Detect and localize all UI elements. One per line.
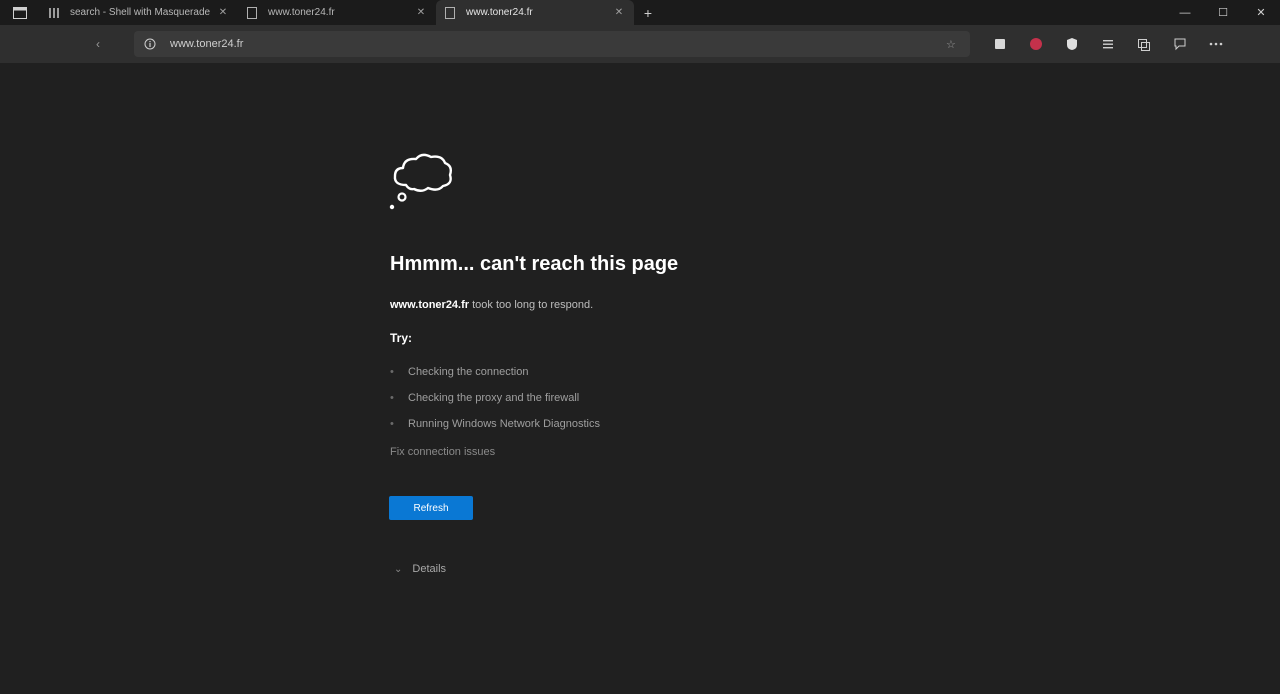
tab-toner24-1[interactable]: www.toner24.fr ✕ [238, 0, 436, 25]
minimize-button[interactable]: — [1166, 0, 1204, 25]
refresh-button[interactable]: Refresh [389, 496, 473, 520]
error-host: www.toner24.fr [390, 299, 470, 311]
details-toggle[interactable]: ⌄ Details [394, 563, 446, 575]
page-icon [444, 6, 456, 19]
browser-toolbar: ‹ www.toner24.fr ☆ [0, 25, 1280, 63]
list-item[interactable]: • Checking the proxy and the firewall [390, 385, 600, 411]
tab-actions-button[interactable] [0, 0, 40, 25]
extension-shield-icon[interactable] [1054, 30, 1090, 58]
list-item: • Checking the connection [390, 359, 600, 385]
details-label: Details [412, 563, 447, 575]
thought-cloud-icon [389, 153, 453, 210]
tab-title: www.toner24.fr [268, 7, 335, 18]
error-page: Hmmm... can't reach this page www.toner2… [0, 63, 1280, 694]
fix-connection-link[interactable]: Fix connection issues [390, 446, 495, 458]
url-text: www.toner24.fr [170, 38, 244, 50]
tab-title: www.toner24.fr [466, 7, 533, 18]
tab-toner24-active[interactable]: www.toner24.fr ✕ [436, 0, 634, 25]
error-message: took too long to respond. [469, 299, 594, 311]
page-icon [246, 6, 258, 19]
toolbar-icons [982, 30, 1234, 58]
bullet-icon: • [390, 392, 394, 404]
tab-strip: search - Shell with Masquerade ✕ www.ton… [0, 0, 1280, 25]
extension-red-icon[interactable] [1018, 30, 1054, 58]
window-controls: — ☐ ✕ [1166, 0, 1280, 25]
new-tab-button[interactable]: + [634, 0, 662, 25]
more-options-icon[interactable] [1198, 30, 1234, 58]
tab-close-icon[interactable]: ✕ [216, 7, 230, 18]
bullet-icon: • [390, 418, 394, 430]
books-icon [48, 7, 60, 19]
chevron-down-icon: ⌄ [394, 563, 403, 575]
try-label: Try: [390, 331, 413, 345]
close-window-button[interactable]: ✕ [1242, 0, 1280, 25]
feedback-icon[interactable] [1162, 30, 1198, 58]
site-info-icon[interactable] [144, 38, 158, 50]
favorites-icon[interactable] [1090, 30, 1126, 58]
page-title: Hmmm... can't reach this page [390, 253, 679, 275]
list-item[interactable]: • Running Windows Network Diagnostics [390, 411, 600, 437]
maximize-button[interactable]: ☐ [1204, 0, 1242, 25]
suggestion-link[interactable]: Running Windows Network Diagnostics [408, 418, 600, 430]
error-description: www.toner24.fr took too long to respond. [390, 299, 593, 311]
suggestion-list: • Checking the connection • Checking the p… [390, 359, 600, 437]
suggestion-text: Checking the connection [408, 366, 529, 378]
favorite-star-icon[interactable]: ☆ [946, 38, 960, 51]
extension-icon[interactable] [982, 30, 1018, 58]
suggestion-link[interactable]: Checking the proxy and the firewall [408, 392, 579, 404]
collections-icon[interactable] [1126, 30, 1162, 58]
tab-close-icon[interactable]: ✕ [414, 7, 428, 18]
tab-close-icon[interactable]: ✕ [612, 7, 626, 18]
back-button[interactable]: ‹ [84, 30, 112, 58]
address-bar[interactable]: www.toner24.fr ☆ [134, 31, 970, 57]
tab-title: search - Shell with Masquerade [70, 7, 211, 18]
tab-actions-icon [13, 6, 27, 19]
bullet-icon: • [390, 366, 394, 378]
tab-search[interactable]: search - Shell with Masquerade ✕ [40, 0, 238, 25]
